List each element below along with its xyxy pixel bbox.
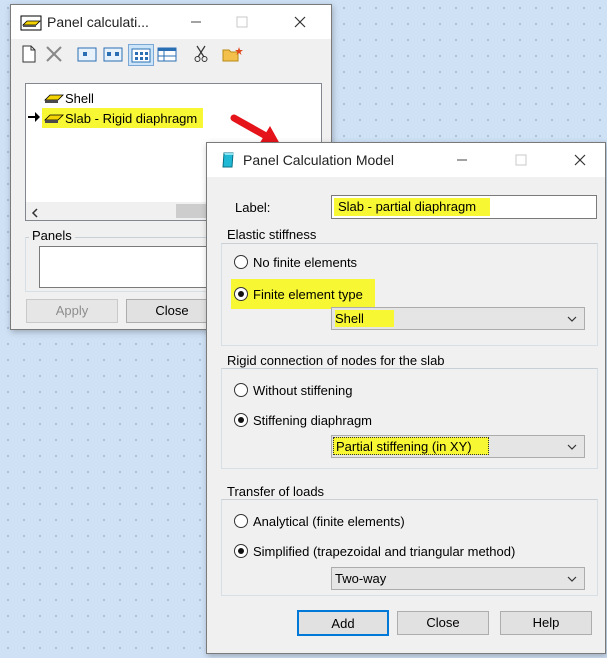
- grid-view-icon[interactable]: [128, 44, 154, 66]
- finite-element-type-dropdown[interactable]: Shell: [331, 307, 585, 330]
- maximize-button[interactable]: [219, 5, 265, 39]
- panel-toolbar: [11, 43, 331, 69]
- tree-item-label: Shell: [65, 90, 94, 106]
- rigid-connection-title: Rigid connection of nodes for the slab: [227, 353, 445, 368]
- radio-finite-element-type[interactable]: Finite element type: [231, 279, 375, 309]
- apply-button[interactable]: Apply: [26, 299, 118, 323]
- radio-label: Simplified (trapezoidal and triangular m…: [253, 543, 516, 559]
- close-window-button[interactable]: [277, 5, 323, 39]
- panels-group-title: Panels: [29, 228, 75, 243]
- radio-circle[interactable]: [234, 287, 248, 301]
- dialog-app-icon: [220, 151, 236, 172]
- minimize-button[interactable]: [173, 5, 219, 39]
- dropdown-value: Two-way: [335, 571, 387, 586]
- table-icon[interactable]: [157, 47, 177, 65]
- radio-label: Without stiffening: [253, 382, 353, 398]
- radio-stiffening-diaphragm[interactable]: Stiffening diaphragm: [234, 410, 372, 430]
- stiffening-type-dropdown[interactable]: Partial stiffening (in XY): [331, 435, 585, 458]
- dropdown-value: Partial stiffening (in XY): [333, 437, 489, 455]
- radio-without-stiffening[interactable]: Without stiffening: [234, 380, 352, 400]
- radio-label: Stiffening diaphragm: [253, 412, 373, 428]
- radio-label: Finite element type: [253, 286, 363, 302]
- radio-label: No finite elements: [253, 254, 358, 270]
- view-nodes-icon[interactable]: [103, 47, 123, 65]
- cut-icon[interactable]: [194, 45, 208, 66]
- scroll-left-icon[interactable]: [31, 206, 39, 220]
- radio-circle[interactable]: [234, 544, 248, 558]
- delete-icon[interactable]: [45, 46, 63, 65]
- back-close-button[interactable]: Close: [126, 299, 218, 323]
- chevron-down-icon: [567, 316, 577, 322]
- load-distribution-dropdown[interactable]: Two-way: [331, 567, 585, 590]
- close-button[interactable]: Close: [397, 611, 489, 635]
- new-icon[interactable]: [21, 45, 37, 66]
- elastic-stiffness-title: Elastic stiffness: [227, 227, 317, 242]
- dialog-minimize-button[interactable]: [439, 143, 485, 177]
- label-input[interactable]: Slab - partial diaphragm: [331, 195, 597, 219]
- panel-calculation-model-dialog: Panel Calculation Model Label: Slab - pa…: [206, 142, 606, 654]
- tree-item-slab-rigid[interactable]: Slab - Rigid diaphragm: [42, 108, 204, 128]
- dialog-title: Panel Calculation Model: [243, 152, 394, 168]
- transfer-of-loads-title: Transfer of loads: [227, 484, 325, 499]
- dropdown-value: Shell: [335, 310, 394, 327]
- app-icon: [20, 15, 42, 34]
- tree-item-shell[interactable]: Shell: [44, 89, 94, 107]
- add-button[interactable]: Add: [297, 610, 389, 636]
- radio-circle[interactable]: [234, 255, 248, 269]
- dialog-maximize-button[interactable]: [498, 143, 544, 177]
- help-button[interactable]: Help: [500, 611, 592, 635]
- radio-circle[interactable]: [234, 383, 248, 397]
- label-input-value: Slab - partial diaphragm: [334, 198, 491, 216]
- slab-model-icon: [44, 112, 64, 124]
- tree-item-label: Slab - Rigid diaphragm: [65, 110, 198, 126]
- chevron-down-icon: [567, 444, 577, 450]
- chevron-down-icon: [567, 576, 577, 582]
- radio-simplified[interactable]: Simplified (trapezoidal and triangular m…: [234, 541, 515, 561]
- view-panel-icon[interactable]: [77, 47, 97, 65]
- open-folder-icon[interactable]: [222, 46, 244, 66]
- slab-model-icon: [44, 92, 64, 104]
- label-caption: Label:: [235, 200, 271, 215]
- panel-list-titlebar[interactable]: Panel calculati...: [11, 5, 331, 39]
- panel-list-title: Panel calculati...: [47, 14, 149, 30]
- radio-circle[interactable]: [234, 413, 248, 427]
- dialog-titlebar[interactable]: Panel Calculation Model: [207, 143, 605, 177]
- radio-circle[interactable]: [234, 514, 248, 528]
- current-arrow-icon: [27, 111, 41, 126]
- radio-no-finite-elements[interactable]: No finite elements: [234, 252, 357, 272]
- radio-label: Analytical (finite elements): [253, 513, 405, 529]
- radio-analytical[interactable]: Analytical (finite elements): [234, 511, 405, 531]
- dialog-close-x-button[interactable]: [557, 143, 603, 177]
